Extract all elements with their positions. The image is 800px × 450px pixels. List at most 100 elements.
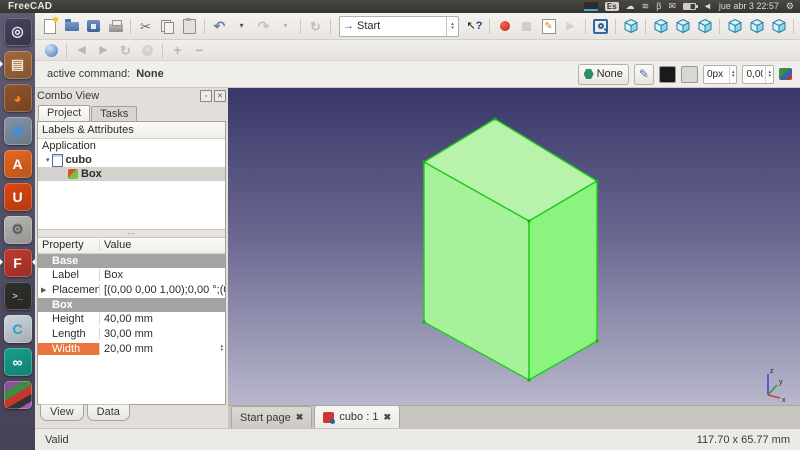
tab-data[interactable]: Data <box>87 404 130 421</box>
property-group-base[interactable]: Base <box>38 254 225 268</box>
cloud-sync-icon[interactable]: ☁ <box>626 2 635 11</box>
macro-edit-icon[interactable]: ✎ <box>538 16 559 36</box>
property-value[interactable]: 30,00 mm <box>100 328 225 340</box>
view-front-icon[interactable] <box>650 16 671 36</box>
clock[interactable]: jue abr 3 22:57 <box>719 2 779 11</box>
combo-view-titlebar[interactable]: Combo View ▫ ✕ <box>37 88 226 104</box>
desktop-top-panel: FreeCAD Es☁≋β✉◄jue abr 3 22:57⚙ <box>0 0 800 13</box>
autogroup-icon[interactable] <box>779 68 792 80</box>
zoom-in-icon: + <box>167 40 188 60</box>
keyboard-layout-indicator[interactable]: Es <box>605 2 619 11</box>
text-size-spin-buttons[interactable]: ▴ ▾ <box>765 66 773 83</box>
panel-float-button[interactable]: ▫ <box>200 90 212 102</box>
web-navigation-toolbar: ◀▶↻✕+− <box>35 40 800 61</box>
toolbar-separator <box>645 19 646 34</box>
property-row-height[interactable]: Height 40,00 mm <box>38 312 225 327</box>
undo-icon[interactable]: ↶ <box>209 16 230 36</box>
property-row-length[interactable]: Length 30,00 mm <box>38 327 225 342</box>
view-rear-icon[interactable] <box>724 16 745 36</box>
save-document-icon[interactable] <box>83 16 104 36</box>
text-size-spinner[interactable]: 0,00 ▴ ▾ <box>742 65 774 84</box>
value-spin-buttons[interactable]: ▴ ▾ <box>220 344 223 353</box>
mail-icon[interactable]: ✉ <box>668 2 676 11</box>
3d-viewport[interactable]: z y x <box>228 88 800 405</box>
undo-dropdown-icon[interactable]: ▾ <box>231 16 252 36</box>
panel-splitter[interactable]: ⋯ <box>38 229 225 238</box>
volume-muted-icon[interactable]: ◄ <box>703 2 712 11</box>
tab-project[interactable]: Project <box>38 105 90 121</box>
value-column-header[interactable]: Value <box>100 239 225 251</box>
launcher-ubuntu-dash[interactable]: ◎ <box>0 15 35 48</box>
launcher-app-stack[interactable] <box>0 378 35 411</box>
draft-mode-button[interactable]: None <box>578 64 629 85</box>
view-left-icon[interactable] <box>768 16 789 36</box>
paste-icon[interactable] <box>179 16 200 36</box>
copy-icon[interactable] <box>157 16 178 36</box>
launcher-chromium[interactable]: ◉ <box>0 114 35 147</box>
view-bottom-icon[interactable] <box>746 16 767 36</box>
launcher-ubuntu-one[interactable]: U <box>0 180 35 213</box>
close-icon[interactable]: ✖ <box>383 412 391 423</box>
property-value[interactable]: [(0,00 0,00 1,00);0,00 °;(0,0... <box>100 284 225 296</box>
property-group-box[interactable]: Box <box>38 298 225 312</box>
property-value[interactable]: 20,00 mm <box>100 343 225 355</box>
launcher-freecad[interactable]: F <box>0 246 35 279</box>
print-icon[interactable] <box>105 16 126 36</box>
tree-item-document[interactable]: ▾ cubo <box>38 153 225 167</box>
launcher-software-center[interactable]: A <box>0 147 35 180</box>
fit-all-icon[interactable] <box>590 16 611 36</box>
launcher-arduino[interactable]: ∞ <box>0 345 35 378</box>
workbench-selector-spinner[interactable]: ▴ ▾ <box>446 17 458 36</box>
cut-icon[interactable]: ✂ <box>135 16 156 36</box>
panel-close-button[interactable]: ✕ <box>214 90 226 102</box>
battery-icon[interactable] <box>683 3 696 10</box>
3d-viewport-canvas[interactable]: z y x <box>228 88 800 405</box>
wifi-icon[interactable]: ≋ <box>642 2 650 11</box>
tree-item-application[interactable]: Application <box>38 139 225 153</box>
property-row-label[interactable]: Label Box <box>38 268 225 283</box>
macro-record-icon[interactable] <box>494 16 515 36</box>
launcher-firefox[interactable]: ◕ <box>0 81 35 114</box>
tab-tasks[interactable]: Tasks <box>91 106 137 121</box>
toolbar-separator <box>719 19 720 34</box>
launcher-app-stack-icon <box>4 381 32 409</box>
tab-view[interactable]: View <box>40 404 84 421</box>
launcher-system-settings[interactable]: ⚙ <box>0 213 35 246</box>
launcher-files[interactable]: ▤ <box>0 48 35 81</box>
system-monitor-indicator[interactable] <box>584 2 598 11</box>
face-color-swatch[interactable] <box>681 66 698 83</box>
view-top-icon[interactable] <box>672 16 693 36</box>
property-name: Width <box>38 343 100 355</box>
close-icon[interactable]: ✖ <box>296 412 304 423</box>
property-column-header[interactable]: Property <box>38 239 100 251</box>
line-width-spinner[interactable]: 0px ▴ ▾ <box>703 65 738 84</box>
bluetooth-icon[interactable]: β <box>656 2 661 11</box>
unity-launcher: ◎▤◕◉AU⚙F>_C∞ <box>0 13 35 450</box>
expander-icon[interactable]: ▾ <box>46 156 50 164</box>
tree-item-box[interactable]: Box <box>38 167 225 181</box>
view-axonometric-icon[interactable] <box>620 16 641 36</box>
launcher-code[interactable]: C <box>0 312 35 345</box>
nav-back-icon: ◀ <box>71 40 92 60</box>
open-document-icon[interactable] <box>61 16 82 36</box>
property-value[interactable]: 40,00 mm <box>100 313 225 325</box>
line-color-swatch[interactable] <box>659 66 676 83</box>
new-document-icon[interactable] <box>39 16 60 36</box>
workbench-selector[interactable]: → Start ▴ ▾ <box>339 16 459 37</box>
tab-cubo-document[interactable]: cubo : 1 ✖ <box>314 405 400 428</box>
web-home-icon[interactable] <box>41 40 62 60</box>
session-menu-icon[interactable]: ⚙ <box>786 2 794 11</box>
draft-pen-button[interactable]: ✎ <box>634 64 654 85</box>
property-value[interactable]: Box <box>100 269 225 281</box>
line-width-spin-buttons[interactable]: ▴ ▾ <box>729 66 737 83</box>
tab-start-page[interactable]: Start page ✖ <box>231 406 312 428</box>
property-row-placement[interactable]: ▶ Placement [(0,00 0,00 1,00);0,00 °;(0,… <box>38 283 225 298</box>
tree-empty-area[interactable] <box>38 181 225 229</box>
toolbar-separator <box>330 19 331 34</box>
launcher-terminal[interactable]: >_ <box>0 279 35 312</box>
whatsthis-icon[interactable]: ↖? <box>464 16 485 36</box>
draft-mode-icon <box>584 69 594 79</box>
property-row-width[interactable]: Width 20,00 mm ▴ ▾ <box>38 342 225 357</box>
view-right-icon[interactable] <box>694 16 715 36</box>
expander-icon[interactable]: ▶ <box>41 286 46 294</box>
